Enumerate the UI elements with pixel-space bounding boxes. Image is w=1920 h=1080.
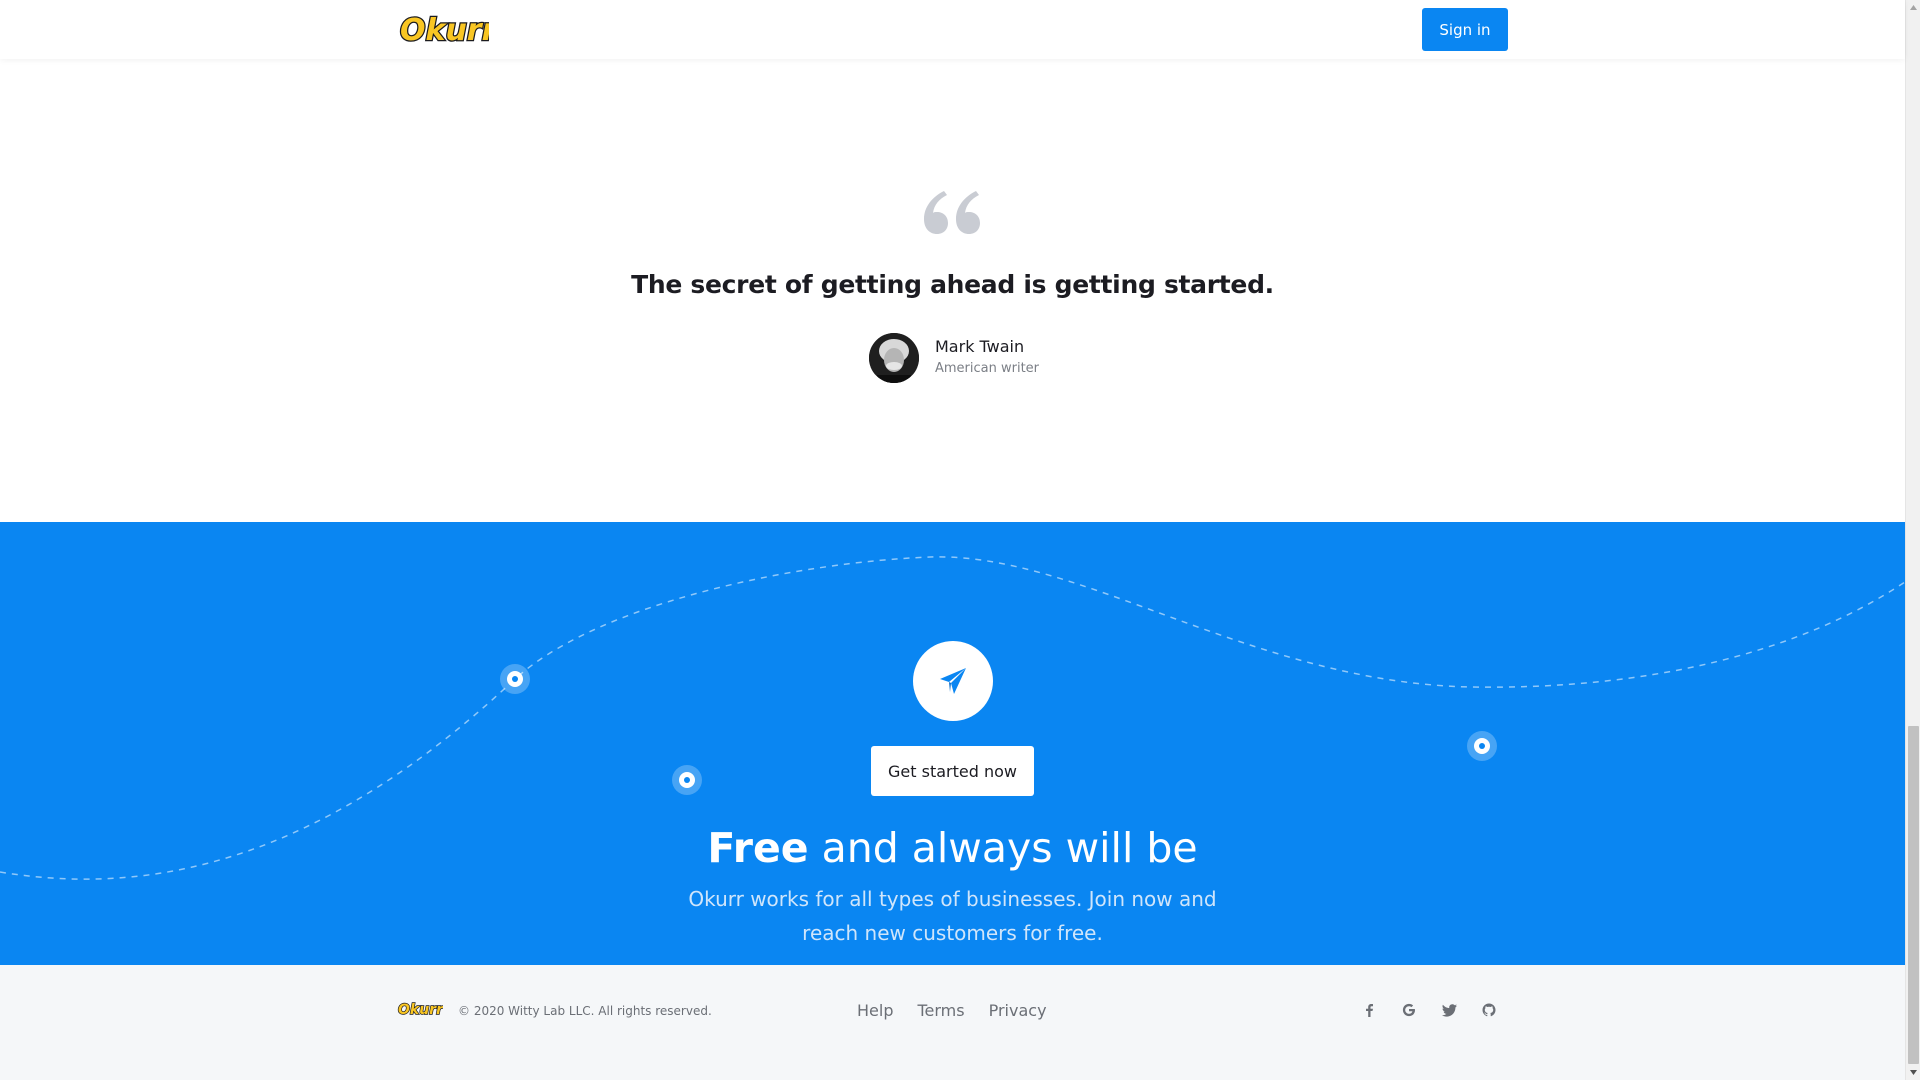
footer: Okurr © 2020 Witty Lab LLC. All rights r…	[0, 965, 1905, 1080]
wave-dot	[1467, 731, 1497, 761]
paper-plane-badge	[913, 641, 993, 721]
quote-author: Mark Twain American writer	[869, 333, 1039, 383]
get-started-button[interactable]: Get started now	[871, 746, 1034, 796]
sign-in-button[interactable]: Sign in	[1422, 8, 1508, 51]
cta-heading: Free and always will be	[0, 824, 1905, 872]
svg-text:Okurr: Okurr	[400, 13, 489, 48]
wave-dot	[500, 664, 530, 694]
scroll-up-arrow-icon[interactable]	[1906, 0, 1920, 15]
cta-section: Get started now Free and always will be …	[0, 522, 1905, 965]
footer-link-terms[interactable]: Terms	[917, 1001, 964, 1020]
svg-text:Okurr: Okurr	[398, 1002, 443, 1018]
wave-dot	[672, 765, 702, 795]
google-icon[interactable]	[1400, 1001, 1418, 1019]
okurr-logo[interactable]: Okurr	[397, 9, 489, 49]
vertical-scrollbar[interactable]	[1905, 0, 1920, 1080]
scrollbar-thumb[interactable]	[1908, 726, 1919, 1064]
scroll-down-arrow-icon[interactable]	[1906, 1065, 1920, 1080]
footer-logo[interactable]: Okurr	[397, 999, 443, 1019]
footer-link-help[interactable]: Help	[857, 1001, 893, 1020]
quote-text: The secret of getting ahead is getting s…	[631, 270, 1274, 299]
twitter-icon[interactable]	[1440, 1001, 1458, 1019]
facebook-icon[interactable]	[1360, 1001, 1378, 1019]
footer-link-privacy[interactable]: Privacy	[989, 1001, 1047, 1020]
author-avatar	[869, 333, 919, 383]
author-name: Mark Twain	[935, 337, 1025, 356]
cta-heading-bold: Free	[707, 824, 809, 872]
quote-icon	[924, 191, 980, 234]
cta-subtitle: Okurr works for all types of businesses.…	[688, 887, 1217, 945]
author-role: American writer	[935, 361, 1040, 376]
footer-links: Help Terms Privacy	[857, 1001, 1047, 1020]
paper-plane-icon	[940, 668, 966, 694]
copyright-text: © 2020 Witty Lab LLC. All rights reserve…	[458, 1004, 712, 1018]
social-links	[1360, 1001, 1498, 1019]
top-navbar: Okurr Sign in	[0, 0, 1905, 59]
cta-heading-rest: and always will be	[808, 824, 1198, 872]
github-icon[interactable]	[1480, 1001, 1498, 1019]
